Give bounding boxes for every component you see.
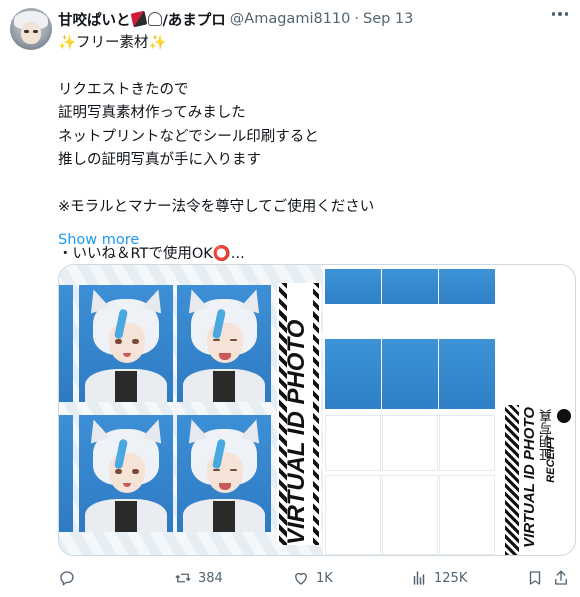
- share-icon: [555, 570, 567, 585]
- empty-cell: [439, 475, 495, 555]
- id-photo: [79, 285, 173, 402]
- like-button[interactable]: 1K: [292, 569, 333, 587]
- post-text: ✨フリー素材✨ リクエストきたので 証明写真素材作ってみました ネットプリントな…: [58, 32, 558, 266]
- id-photo: [177, 285, 271, 402]
- like-icon: [295, 572, 307, 585]
- post-actions: 384 1K 125K: [58, 566, 568, 590]
- like-count: 1K: [316, 570, 333, 586]
- receipt-title: VIRTUAL ID PHOTO: [521, 407, 538, 548]
- repost-icon: [175, 573, 191, 583]
- more-icon[interactable]: [551, 12, 568, 16]
- blue-cell: [382, 339, 438, 409]
- views-button[interactable]: 125K: [410, 569, 467, 587]
- user-handle[interactable]: @Amagami8110: [230, 11, 351, 27]
- repost-button[interactable]: 384: [174, 569, 223, 587]
- avatar-eye: [24, 30, 29, 33]
- blue-cell: [382, 269, 438, 304]
- photo-strip: [59, 285, 73, 402]
- virtual-id-photo-banner: VIRTUAL ID PHOTO: [277, 283, 321, 545]
- playing-card-emoji-icon: [130, 10, 147, 28]
- views-icon: [413, 571, 425, 585]
- avatar[interactable]: [10, 8, 52, 50]
- id-photo: [79, 415, 173, 532]
- post-line: 証明写真素材作ってみました: [58, 105, 246, 122]
- receipt-stripe: [505, 405, 519, 555]
- separator-dot: ·: [354, 11, 359, 27]
- post-line: ※モラルとマナー法令を尊守してご使用ください: [58, 198, 375, 215]
- avatar-face: [21, 22, 41, 44]
- post-line: リクエストきたので: [58, 81, 189, 98]
- empty-cell: [382, 415, 438, 471]
- receipt-panel: VIRTUAL ID PHOTO RECEIPT 証明写真: [499, 405, 575, 555]
- repost-count: 384: [198, 570, 223, 586]
- share-button[interactable]: [552, 569, 570, 587]
- show-more-link[interactable]: Show more: [58, 232, 139, 248]
- empty-cell: [325, 475, 381, 555]
- post-date[interactable]: Sep 13: [363, 11, 413, 27]
- blue-cell: [325, 269, 381, 304]
- bookmark-icon: [529, 571, 541, 585]
- display-name[interactable]: 甘咬ぱいと: [58, 9, 131, 30]
- receipt-jp-title: 証明写真: [539, 409, 554, 461]
- avatar-eye: [33, 30, 38, 33]
- media-image[interactable]: VIRTUAL ID PHOTO VIRTUAL ID PHOTO RECEIP…: [58, 264, 576, 556]
- banner-text: VIRTUAL ID PHOTO: [283, 319, 310, 545]
- empty-cell: [439, 415, 495, 471]
- photo-strip: [59, 415, 73, 532]
- blue-cell: [325, 339, 381, 409]
- post-title-line: ✨フリー素材✨: [58, 35, 167, 51]
- bookmark-button[interactable]: [526, 569, 544, 587]
- empty-cell: [382, 475, 438, 555]
- post-line: 推しの証明写真が手に入ります: [58, 151, 261, 168]
- reply-icon: [60, 571, 74, 586]
- ghost-emoji-icon: [147, 12, 162, 26]
- reply-button[interactable]: [58, 569, 82, 587]
- blue-cell: [439, 339, 495, 409]
- views-count: 125K: [434, 570, 468, 586]
- post-header: 甘咬ぱいと /あまプロ @Amagami8110 · Sep 13: [58, 9, 540, 29]
- display-name-suffix[interactable]: /あまプロ: [163, 9, 226, 30]
- post-line: ネットプリントなどでシール印刷すると: [58, 128, 319, 145]
- cat-logo-icon: [557, 409, 571, 423]
- empty-cell: [325, 415, 381, 471]
- id-photo: [177, 415, 271, 532]
- blue-cell: [439, 269, 495, 304]
